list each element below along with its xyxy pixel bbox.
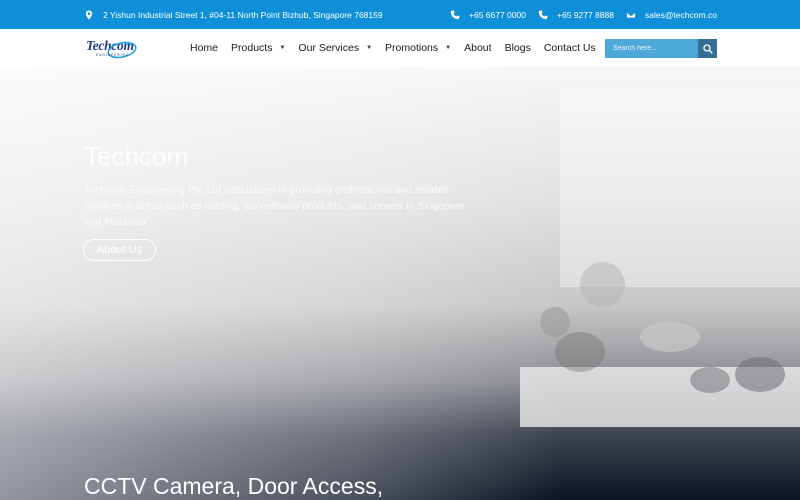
top-info-bar: 2 Yishun Industrial Street 1, #04-11 Nor…	[0, 0, 800, 29]
nav-home-label: Home	[190, 42, 219, 54]
hero-title: Techcom	[84, 141, 189, 171]
logo-tagline: ENGINEERING	[96, 53, 130, 57]
address-text: 2 Yishun Industrial Street 1, #04-11 Nor…	[103, 9, 383, 20]
nav-about[interactable]: About	[464, 42, 491, 54]
nav-products[interactable]: Products ▼	[231, 42, 285, 54]
nav-blogs-label: Blogs	[504, 42, 531, 54]
phone-number-2[interactable]: +65 9277 8888	[557, 10, 614, 20]
camera-silhouette	[690, 367, 730, 393]
camera-silhouette	[580, 262, 625, 307]
nav-our-services[interactable]: Our Services ▼	[298, 42, 372, 54]
search-input[interactable]	[605, 39, 698, 58]
nav-contact-label: Contact Us	[543, 42, 596, 54]
caret-down-icon: ▼	[366, 45, 373, 51]
phone-item-2[interactable]: +65 9277 8888	[538, 0, 614, 29]
email-text[interactable]: sales@techcom.co	[645, 10, 717, 20]
background-decor	[560, 87, 800, 287]
about-us-button[interactable]: About Us	[83, 239, 156, 261]
search-button[interactable]	[698, 39, 717, 58]
nav-promotions[interactable]: Promotions ▼	[385, 42, 451, 54]
email-item[interactable]: sales@techcom.co	[626, 0, 717, 29]
search-bar	[605, 39, 717, 58]
camera-silhouette	[555, 332, 605, 372]
nav-services-label: Our Services	[298, 42, 360, 54]
nav-home[interactable]: Home	[190, 42, 218, 54]
phone-item-1[interactable]: +65 6677 0000	[450, 0, 526, 29]
phone-number-1[interactable]: +65 6677 0000	[469, 10, 526, 20]
camera-silhouette	[540, 307, 570, 337]
caret-down-icon: ▼	[279, 45, 286, 51]
camera-silhouette	[640, 322, 700, 352]
techcom-logo[interactable]: Techcom ENGINEERING	[86, 37, 138, 61]
nav-about-label: About	[464, 42, 492, 54]
search-icon	[702, 43, 713, 54]
hero-description: Techcom Engineering Pte Ltd specializes …	[84, 184, 466, 228]
location-pin-icon	[84, 10, 94, 20]
phone-icon	[538, 9, 548, 20]
hero-heading: CCTV Camera, Door Access,	[84, 473, 384, 499]
nav-promotions-label: Promotions	[385, 42, 439, 54]
camera-silhouette	[735, 357, 785, 392]
phone-icon	[450, 9, 460, 20]
envelope-icon	[626, 10, 636, 20]
address-item: 2 Yishun Industrial Street 1, #04-11 Nor…	[84, 0, 383, 29]
nav-contact-us[interactable]: Contact Us	[544, 42, 596, 54]
primary-menu: Home Products ▼ Our Services ▼ Promotions ▼…	[190, 29, 609, 67]
hero-section: Techcom Techcom Engineering Pte Ltd spec…	[0, 67, 800, 500]
logo-swoosh-icon	[107, 41, 137, 59]
main-navbar: Techcom ENGINEERING Home Products ▼ Our S…	[0, 29, 800, 67]
nav-products-label: Products	[231, 42, 273, 54]
caret-down-icon: ▼	[445, 45, 452, 51]
nav-blogs[interactable]: Blogs	[505, 42, 531, 54]
